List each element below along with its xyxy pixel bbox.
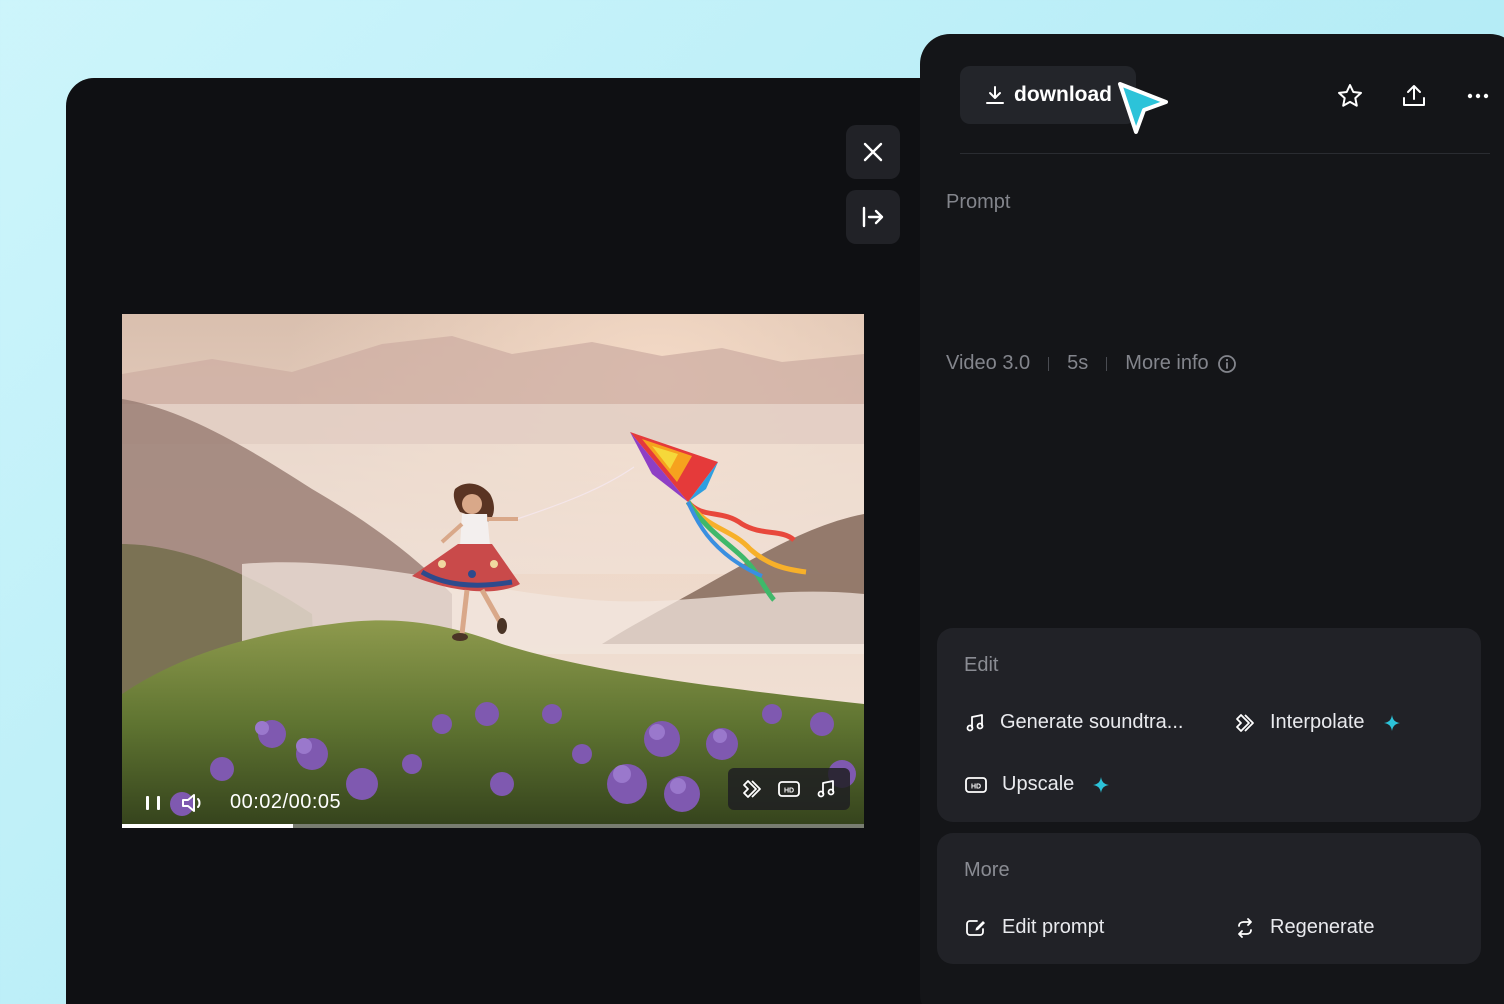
edit-section-title: Edit [964, 654, 999, 676]
download-label: download [1014, 83, 1112, 106]
download-icon [986, 86, 1004, 104]
action-label: Generate soundtra... [1000, 711, 1184, 733]
top-actions [1332, 78, 1496, 114]
generate-soundtrack-button[interactable]: Generate soundtra... [964, 711, 1183, 734]
action-label: Regenerate [1270, 916, 1375, 938]
video-tool-pill: HD [728, 768, 850, 810]
close-button[interactable] [846, 125, 900, 179]
video-duration: 5s [1067, 352, 1089, 374]
close-icon [863, 142, 883, 162]
action-label: Edit prompt [1002, 916, 1105, 938]
generation-meta: Video 3.0 5s More info [946, 352, 1237, 375]
download-button[interactable]: download [960, 66, 1136, 124]
share-icon [1403, 85, 1425, 106]
svg-text:HD: HD [784, 788, 794, 795]
meta-separator [1048, 356, 1050, 371]
volume-icon[interactable] [180, 792, 206, 814]
meta-separator [1106, 356, 1108, 371]
action-label: Interpolate [1270, 711, 1365, 733]
progress-bar[interactable] [122, 824, 864, 828]
interpolate-icon [1236, 713, 1254, 732]
video-frame-image [122, 314, 864, 828]
arrow-right-to-bar-icon [862, 206, 884, 228]
hd-icon: HD [965, 776, 987, 793]
playback-time: 00:02/00:05 [230, 791, 342, 813]
sparkle-icon [1383, 714, 1401, 732]
favorite-button[interactable] [1332, 78, 1368, 114]
music-note-icon[interactable] [815, 778, 837, 800]
action-label: Upscale [1002, 773, 1075, 795]
ellipsis-icon [1467, 93, 1489, 99]
prompt-label: Prompt [946, 191, 1011, 213]
edit-card: Edit Generate soundtra... Interpolate HD [937, 628, 1481, 822]
regenerate-button[interactable]: Regenerate [1234, 916, 1375, 939]
regenerate-icon [1238, 917, 1252, 938]
edit-prompt-icon [966, 919, 985, 936]
hd-icon[interactable]: HD [777, 778, 801, 800]
pointer-cursor-icon [1118, 82, 1168, 134]
more-options-button[interactable] [1460, 78, 1496, 114]
star-icon [1338, 84, 1362, 107]
pause-icon[interactable] [142, 792, 164, 814]
details-panel: download Prompt Video 3.0 5s More info E… [920, 34, 1504, 1004]
player-controls: 00:02/00:05 [142, 791, 341, 814]
upscale-button[interactable]: HD Upscale [964, 773, 1110, 796]
more-info-label: More info [1125, 352, 1209, 374]
more-section-title: More [964, 859, 1010, 881]
share-button[interactable] [1396, 78, 1432, 114]
info-icon [1217, 354, 1237, 374]
interpolate-button[interactable]: Interpolate [1234, 711, 1401, 734]
svg-text:HD: HD [971, 783, 981, 790]
progress-fill [122, 824, 293, 828]
sparkle-icon [1092, 776, 1110, 794]
music-note-icon [966, 713, 984, 731]
video-player[interactable]: 00:02/00:05 HD [122, 314, 864, 828]
interpolate-icon[interactable] [741, 778, 763, 800]
edit-prompt-button[interactable]: Edit prompt [964, 916, 1104, 939]
more-card: More Edit prompt Regenerate [937, 833, 1481, 964]
header-divider [960, 153, 1490, 154]
collapse-panel-button[interactable] [846, 190, 900, 244]
more-info-link[interactable]: More info [1125, 352, 1236, 375]
model-version: Video 3.0 [946, 352, 1031, 374]
